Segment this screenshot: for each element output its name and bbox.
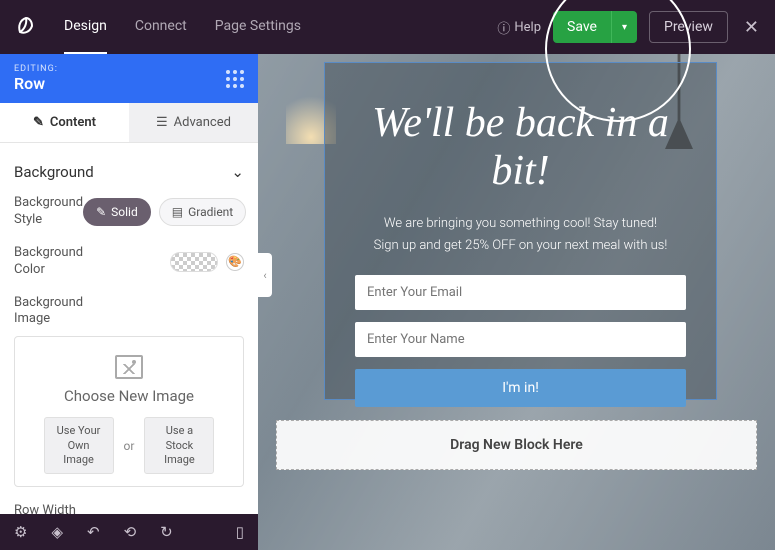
sliders-icon: ☰ <box>156 115 168 130</box>
palette-icon[interactable]: 🎨 <box>226 253 244 271</box>
close-icon[interactable]: ✕ <box>740 17 763 38</box>
save-button[interactable]: Save <box>553 11 611 43</box>
submit-button[interactable]: I'm in! <box>355 369 686 407</box>
collapse-panel-button[interactable]: ‹ <box>258 253 272 297</box>
help-icon: ⓘ <box>497 18 510 37</box>
history-icon[interactable]: ⟲ <box>124 523 137 541</box>
gear-icon[interactable]: ⚙ <box>14 523 27 541</box>
chevron-down-icon: ⌄ <box>231 163 244 181</box>
editing-type: Row <box>14 74 58 93</box>
save-dropdown-button[interactable]: ▾ <box>611 11 637 43</box>
image-chooser: Choose New Image Use Your Own Image or U… <box>14 336 244 487</box>
redo-icon[interactable]: ↻ <box>160 523 173 541</box>
gradient-icon: ▤ <box>172 205 183 219</box>
layers-icon[interactable]: ◈ <box>51 523 63 541</box>
subtext[interactable]: We are bringing you something cool! Stay… <box>355 213 686 257</box>
label-bg-color: Background Color <box>14 245 104 279</box>
panel-header: EDITING: Row <box>0 54 258 103</box>
content-block[interactable]: We'll be back in a bit! We are bringing … <box>324 62 717 400</box>
drag-handle-icon[interactable] <box>226 70 244 88</box>
mobile-icon[interactable]: ▯ <box>236 523 244 541</box>
pencil-icon: ✎ <box>96 205 106 219</box>
panel-tab-advanced[interactable]: ☰ Advanced <box>129 103 258 142</box>
color-swatch[interactable] <box>170 252 218 272</box>
tab-connect[interactable]: Connect <box>135 0 187 54</box>
panel-tab-content[interactable]: ✎ Content <box>0 103 129 142</box>
label-bg-style: Background Style <box>14 195 83 229</box>
use-stock-image-button[interactable]: Use a Stock Image <box>144 417 214 474</box>
tab-design[interactable]: Design <box>64 0 107 54</box>
pencil-icon: ✎ <box>33 115 44 130</box>
email-input[interactable] <box>355 275 686 310</box>
image-icon <box>115 355 143 379</box>
help-link[interactable]: ⓘ Help <box>497 18 541 37</box>
bg-style-solid[interactable]: ✎ Solid <box>83 198 151 226</box>
label-bg-image: Background Image <box>14 295 104 329</box>
headline[interactable]: We'll be back in a bit! <box>355 99 686 195</box>
drop-zone[interactable]: Drag New Block Here <box>276 420 757 470</box>
undo-icon[interactable]: ↶ <box>87 523 100 541</box>
section-background[interactable]: Background ⌄ <box>14 157 244 195</box>
editing-label: EDITING: <box>14 64 58 74</box>
bg-style-gradient[interactable]: ▤ Gradient <box>159 198 246 226</box>
choose-image-label: Choose New Image <box>25 387 233 405</box>
or-text: or <box>124 439 135 453</box>
brand-logo[interactable] <box>12 13 40 41</box>
canvas: We'll be back in a bit! We are bringing … <box>258 54 775 550</box>
tab-page-settings[interactable]: Page Settings <box>215 0 301 54</box>
preview-button[interactable]: Preview <box>649 11 728 43</box>
name-input[interactable] <box>355 322 686 357</box>
use-own-image-button[interactable]: Use Your Own Image <box>44 417 114 474</box>
